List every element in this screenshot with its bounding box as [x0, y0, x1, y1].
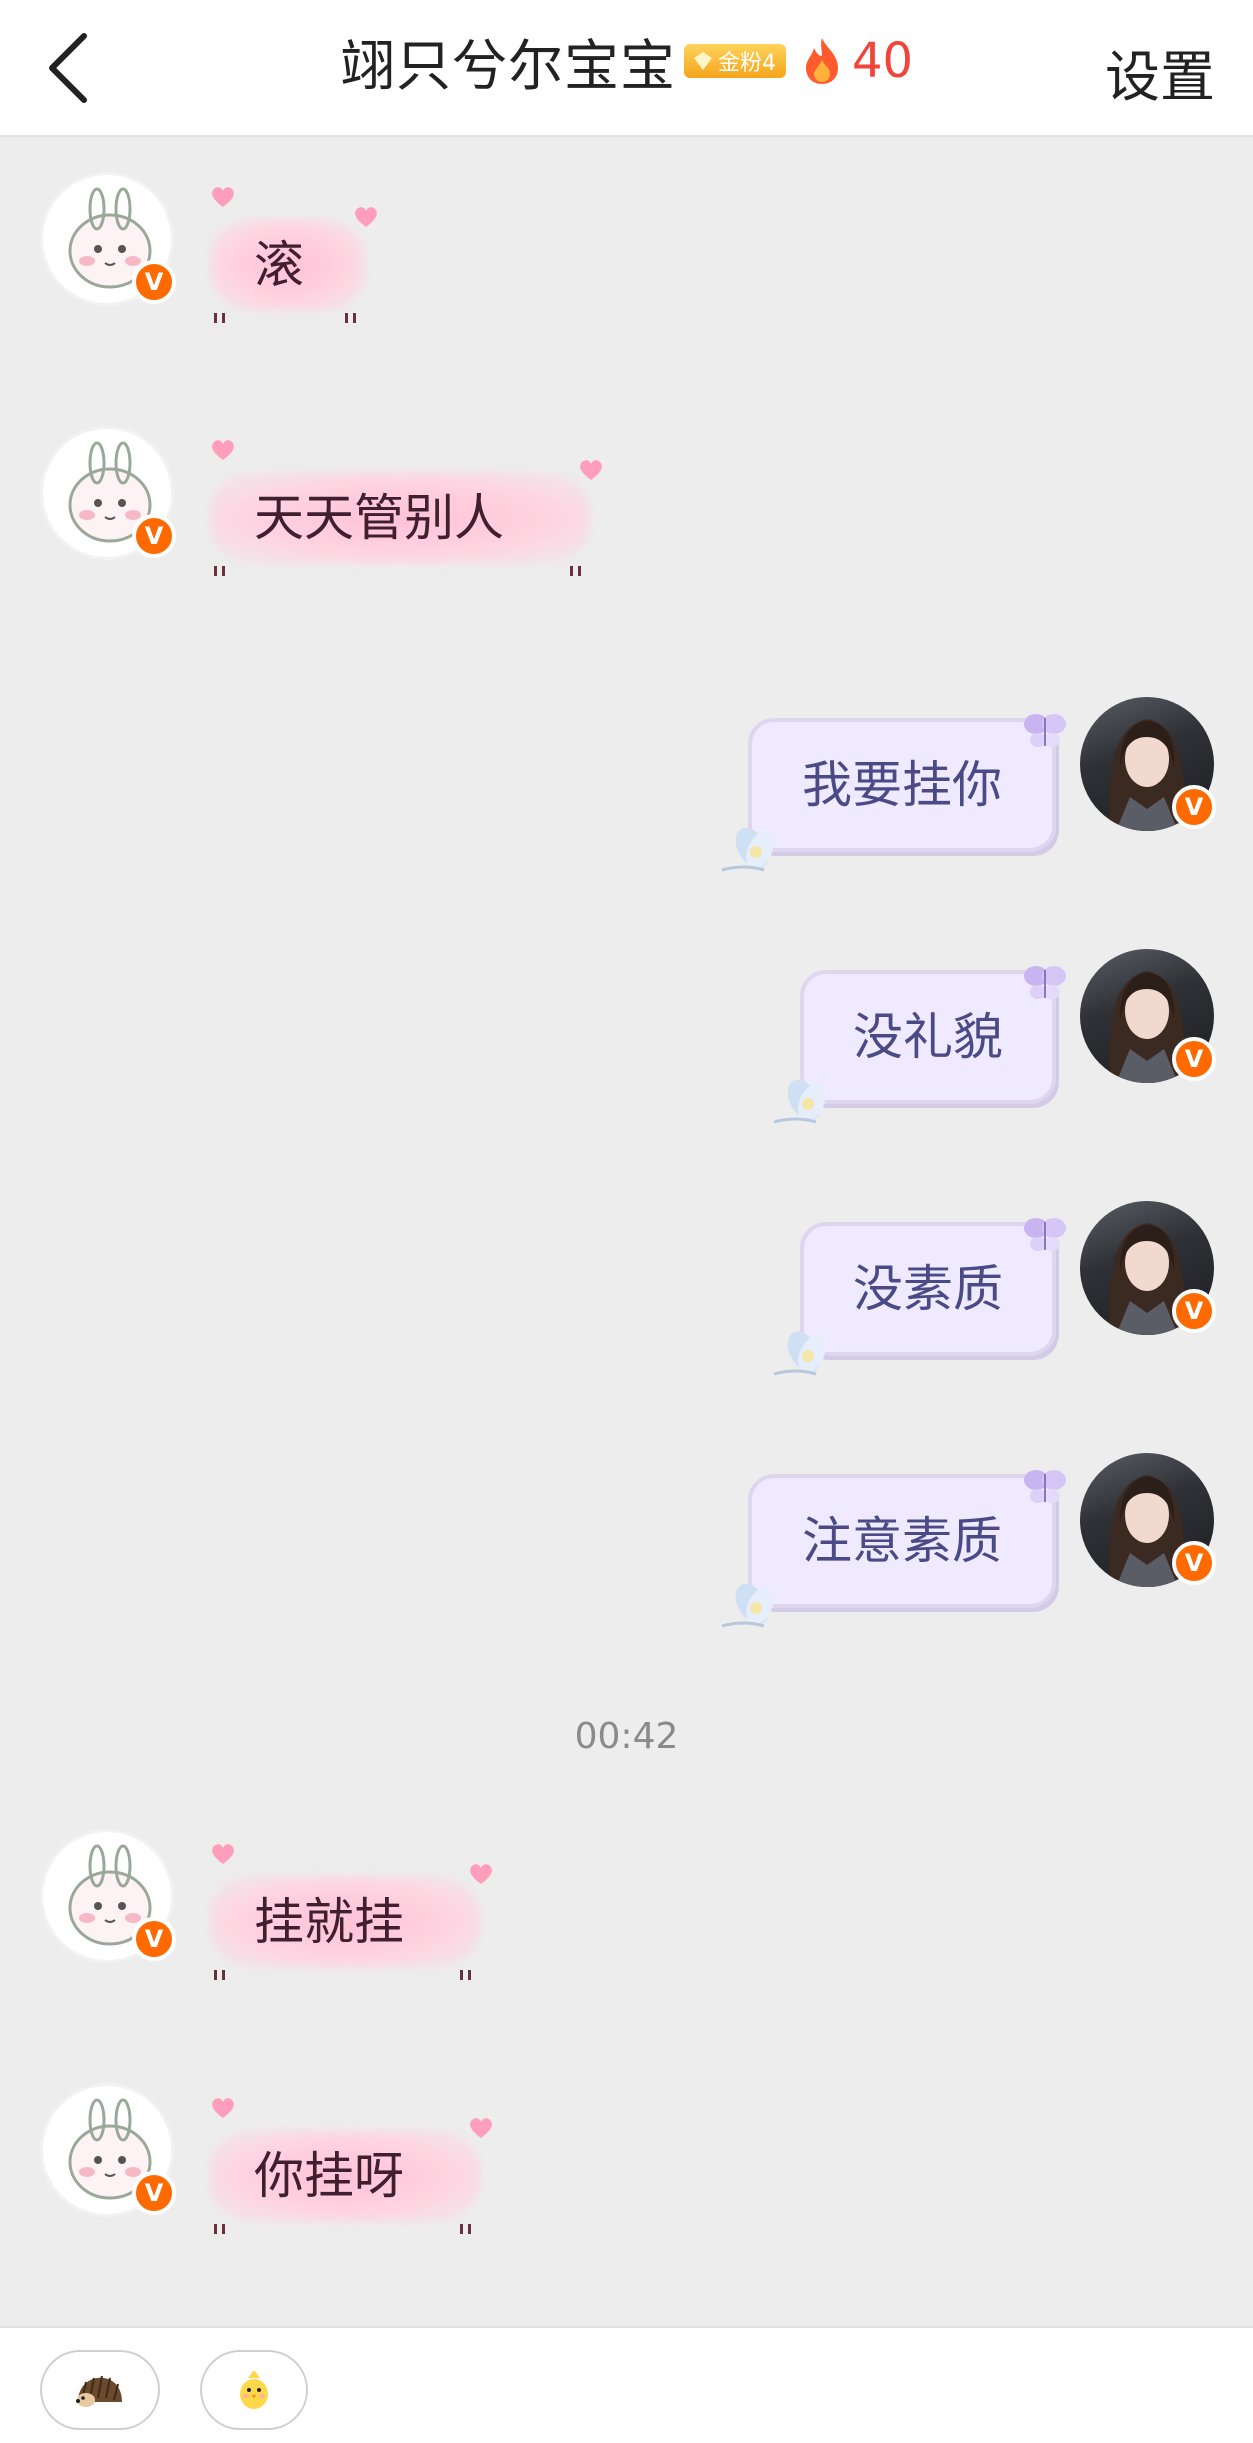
message-text: 注意素质 — [802, 1512, 1002, 1570]
settings-button[interactable]: 设置 — [1105, 32, 1215, 112]
sticker-button-chick[interactable] — [200, 2350, 308, 2430]
flame-icon — [805, 38, 838, 84]
streak-count: 40 — [851, 33, 914, 89]
message-text: 滚 — [254, 236, 304, 294]
message-timestamp: 00:42 — [574, 1716, 679, 1757]
my-avatar[interactable]: V — [1080, 697, 1216, 831]
message-text: 你挂呀 — [254, 2147, 404, 2205]
page-title: 翊只兮尔宝宝 — [339, 34, 676, 98]
verified-badge: V — [1172, 785, 1216, 829]
message-text: 没素质 — [853, 1260, 1003, 1318]
heart-icon — [470, 1864, 492, 1884]
title-bar: 翊只兮尔宝宝 金粉4 40 — [0, 26, 1253, 98]
contact-avatar[interactable]: V — [40, 2083, 176, 2217]
heart-icon — [212, 1844, 234, 1864]
chick-icon — [240, 2370, 268, 2409]
quick-sticker-bar — [0, 2326, 1253, 2443]
heart-icon — [470, 2118, 492, 2138]
verified-badge: V — [1172, 1037, 1216, 1081]
heart-icon — [212, 440, 234, 460]
paw-mark-icon — [570, 566, 581, 576]
heart-icon — [580, 460, 602, 480]
heart-icon — [212, 187, 234, 207]
message-bubble-sent[interactable]: 没礼貌 — [773, 966, 1066, 1124]
message-bubble-sent[interactable]: 注意素质 — [721, 1470, 1066, 1628]
heart-icon — [355, 207, 377, 227]
my-avatar[interactable]: V — [1080, 1201, 1216, 1335]
sticker-button-hedgehog[interactable] — [40, 2350, 160, 2430]
verified-badge: V — [132, 2171, 176, 2215]
my-avatar[interactable]: V — [1080, 1453, 1216, 1587]
verified-badge: V — [132, 260, 176, 304]
verified-badge: V — [132, 514, 176, 558]
paw-mark-icon — [214, 2224, 225, 2234]
message-bubble-received[interactable]: 你挂呀 — [210, 2098, 492, 2236]
contact-avatar[interactable]: V — [40, 172, 176, 306]
heart-icon — [212, 2098, 234, 2118]
contact-avatar[interactable]: V — [40, 1829, 176, 1963]
paw-mark-icon — [214, 313, 225, 323]
verified-badge: V — [1172, 1289, 1216, 1333]
message-text: 我要挂你 — [802, 756, 1002, 814]
fan-level-label: 金粉4 — [717, 51, 776, 76]
contact-avatar[interactable]: V — [40, 426, 176, 560]
message-text: 挂就挂 — [254, 1893, 404, 1951]
my-avatar[interactable]: V — [1080, 949, 1216, 1083]
paw-mark-icon — [345, 313, 356, 323]
chat-header: 翊只兮尔宝宝 金粉4 40 设置 — [0, 0, 1253, 137]
message-bubble-received[interactable]: 挂就挂 — [210, 1844, 492, 1982]
message-bubble-received[interactable]: 滚 — [210, 187, 377, 325]
message-bubble-sent[interactable]: 我要挂你 — [721, 714, 1066, 872]
paw-mark-icon — [460, 2224, 471, 2234]
verified-badge: V — [1172, 1541, 1216, 1585]
diamond-icon — [693, 52, 712, 70]
hedgehog-icon — [76, 2375, 122, 2407]
message-bubble-sent[interactable]: 没素质 — [773, 1218, 1066, 1376]
verified-badge: V — [132, 1917, 176, 1961]
message-bubble-received[interactable]: 天天管别人 — [210, 440, 602, 578]
paw-mark-icon — [214, 566, 225, 576]
message-text: 没礼貌 — [853, 1008, 1003, 1066]
paw-mark-icon — [460, 1970, 471, 1980]
message-text: 天天管别人 — [254, 489, 504, 547]
paw-mark-icon — [214, 1970, 225, 1980]
fan-level-badge[interactable]: 金粉4 — [683, 44, 786, 78]
